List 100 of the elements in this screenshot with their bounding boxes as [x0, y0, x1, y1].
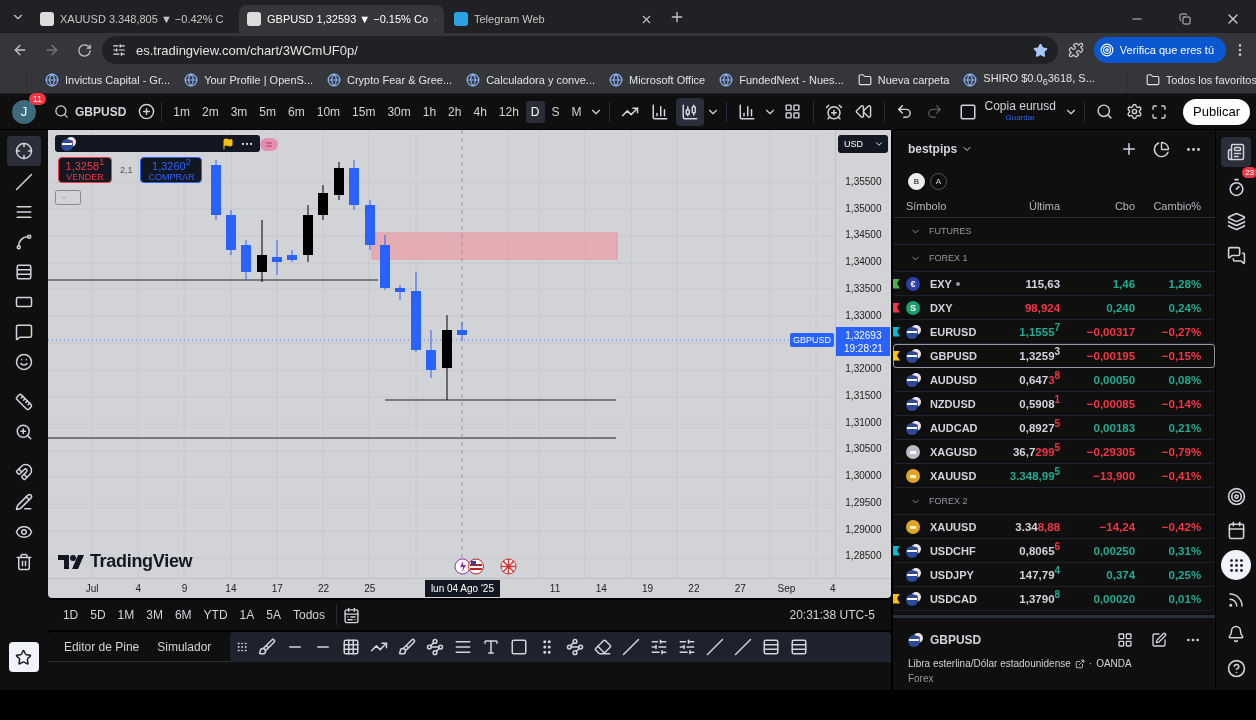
column-header[interactable]: Última	[980, 199, 1061, 212]
flag-marker[interactable]	[892, 326, 900, 337]
back-icon[interactable]	[12, 42, 28, 58]
range-button[interactable]: 1D	[57, 605, 84, 625]
channel-icon[interactable]	[761, 638, 780, 656]
broadcast-icon[interactable]	[1227, 591, 1246, 609]
apps-grid-icon[interactable]	[1227, 556, 1245, 574]
rectangle-icon[interactable]	[509, 638, 528, 656]
column-header[interactable]: Cambio%	[1135, 199, 1202, 212]
bookmark-item[interactable]: Nueva carpeta	[857, 73, 950, 87]
pencil-icon[interactable]	[14, 493, 33, 511]
list-icon[interactable]	[789, 638, 808, 656]
range-button[interactable]: 5A	[261, 605, 286, 625]
settings-icon[interactable]	[1126, 103, 1144, 120]
interval-button[interactable]: 4h	[468, 100, 492, 123]
watchlist-button[interactable]	[1221, 137, 1252, 167]
watchlist-title[interactable]: bestpips	[907, 142, 958, 156]
indicators-icon[interactable]	[737, 102, 756, 121]
bookmark-item[interactable]: Calculadora y conve...	[466, 73, 595, 87]
drag-handle-icon[interactable]	[235, 641, 248, 653]
calendar-icon[interactable]	[1226, 520, 1246, 540]
range-button[interactable]: 1A	[234, 605, 260, 625]
templates-icon[interactable]	[784, 103, 802, 120]
trend-line-icon[interactable]	[14, 173, 33, 191]
panel-tab[interactable]: Editor de Pine	[57, 635, 146, 658]
extensions-icon[interactable]	[1067, 42, 1084, 58]
watchlist-row[interactable]: GBPUSD 1,3259$^{3}$ −0,00195 −0,15%	[892, 344, 1216, 368]
bookmark-item[interactable]: Microsoft Office	[609, 73, 706, 87]
points-icon[interactable]	[425, 638, 444, 656]
grid-icon[interactable]	[1117, 632, 1134, 648]
browser-tab[interactable]: Telegram Web	[446, 5, 661, 33]
star-icon[interactable]	[15, 648, 33, 666]
comment-icon[interactable]	[14, 323, 33, 341]
browser-tab[interactable]: XAUUSD 3.348,805 ▼ −0.42% C	[32, 5, 237, 33]
section-header[interactable]: FOREX 2	[892, 488, 1216, 515]
flag-icon[interactable]	[221, 137, 234, 150]
smiley-icon[interactable]	[14, 353, 33, 371]
star-button[interactable]	[8, 642, 39, 672]
magnet-icon[interactable]	[14, 463, 33, 481]
bookmark-item[interactable]: Your Profile | OpenS...	[184, 73, 313, 87]
eraser-icon[interactable]	[593, 638, 612, 656]
alerts-icon[interactable]	[1226, 177, 1246, 197]
bookmark-item[interactable]: Crypto Fear & Gree...	[327, 73, 453, 87]
buy-button[interactable]: 1,3260$^{2}$ COMPRAR	[140, 157, 203, 183]
section-header[interactable]: FOREX 1	[892, 245, 1216, 272]
interval-button[interactable]: 2m	[197, 100, 224, 123]
symbol-info-bar[interactable]	[54, 135, 260, 152]
bookmark-item[interactable]: FundedNext - Nues...	[719, 73, 844, 87]
flag-marker[interactable]	[892, 593, 900, 604]
bookmark-item[interactable]: Todos los favoritos	[1145, 73, 1256, 87]
flag-marker[interactable]	[892, 278, 900, 289]
nodes-icon[interactable]	[565, 638, 584, 656]
pattern-icon[interactable]	[14, 233, 33, 251]
brush-icon[interactable]	[257, 638, 276, 656]
range-button[interactable]: 5D	[85, 605, 111, 625]
restore-icon[interactable]	[1179, 13, 1191, 25]
levels-icon[interactable]	[649, 638, 668, 656]
segment-icon[interactable]	[621, 638, 640, 656]
bell-icon[interactable]	[1227, 625, 1246, 643]
bookmark-item[interactable]: Invictus Capital - Gr...	[45, 73, 171, 87]
time-axis[interactable]: Jul 4 9 14 17 22 25 lun 04 Ago '25 11 14 19 22 27 Sep 4	[47, 578, 891, 598]
forward-icon[interactable]	[44, 42, 60, 58]
chart-area[interactable]	[47, 130, 891, 598]
section-header[interactable]: FUTURES	[892, 218, 1216, 245]
column-header[interactable]: Símbolo	[905, 199, 981, 212]
interval-button[interactable]: 10m	[311, 100, 346, 123]
watchlist-row[interactable]: XAGUSD 36,7299$^{5}$ −0,29305 −0,79%	[892, 440, 1216, 464]
collapse-toggle-icon[interactable]	[54, 190, 81, 205]
watchlist-row[interactable]: USDJPY 147,79$^{4}$ 0,374 0,25%	[892, 563, 1216, 587]
redo-icon[interactable]	[926, 103, 944, 120]
range-button[interactable]: 6M	[169, 605, 197, 625]
trend-line-icon[interactable]	[733, 638, 752, 656]
zoom-icon[interactable]	[14, 423, 33, 441]
layout-icon[interactable]	[958, 102, 977, 121]
watchlist-row[interactable]: AUDUSD 0,6473$^{8}$ 0,00050 0,08%	[892, 368, 1216, 392]
pill-icon[interactable]	[259, 138, 278, 151]
edit-icon[interactable]	[1151, 632, 1168, 648]
pie-chart-icon[interactable]	[1152, 140, 1170, 158]
filter-chip[interactable]: B	[907, 172, 925, 190]
eye-icon[interactable]	[14, 523, 33, 541]
interval-button[interactable]: 1m	[168, 100, 195, 123]
interval-button[interactable]: S	[546, 100, 565, 123]
bar-chart-icon[interactable]	[650, 102, 669, 121]
panel-tab[interactable]: Simulador	[151, 635, 218, 658]
sell-button[interactable]: 1,3258$^{1}$ VENDER	[57, 157, 112, 183]
trash-icon[interactable]	[14, 553, 33, 571]
watchlist-row[interactable]: € EXY 115,63 1,46 1,28%	[892, 272, 1216, 296]
watchlist-row[interactable]: USDCHF 0,8065$^{6}$ 0,00250 0,31%	[892, 539, 1216, 563]
add-symbol-icon[interactable]	[138, 103, 156, 120]
interval-button[interactable]: 2h	[443, 100, 467, 123]
watchlist-row[interactable]: USDCAD 1,3790$^{8}$ 0,00020 0,01%	[892, 587, 1216, 611]
interval-button[interactable]: 1h	[417, 100, 442, 123]
horizontal-lines-icon[interactable]	[14, 263, 33, 281]
watchlist-row[interactable]: S DXY 98,924 0,240 0,24%	[892, 296, 1216, 320]
site-info-icon[interactable]	[112, 43, 126, 57]
alarm-icon[interactable]	[824, 102, 843, 121]
candlestick-button[interactable]	[675, 97, 704, 126]
undo-icon[interactable]	[896, 103, 914, 120]
target-icon[interactable]	[1226, 486, 1246, 506]
watchlist-row[interactable]: AUDCAD 0,8927$^{5}$ 0,00183 0,21%	[892, 416, 1216, 440]
